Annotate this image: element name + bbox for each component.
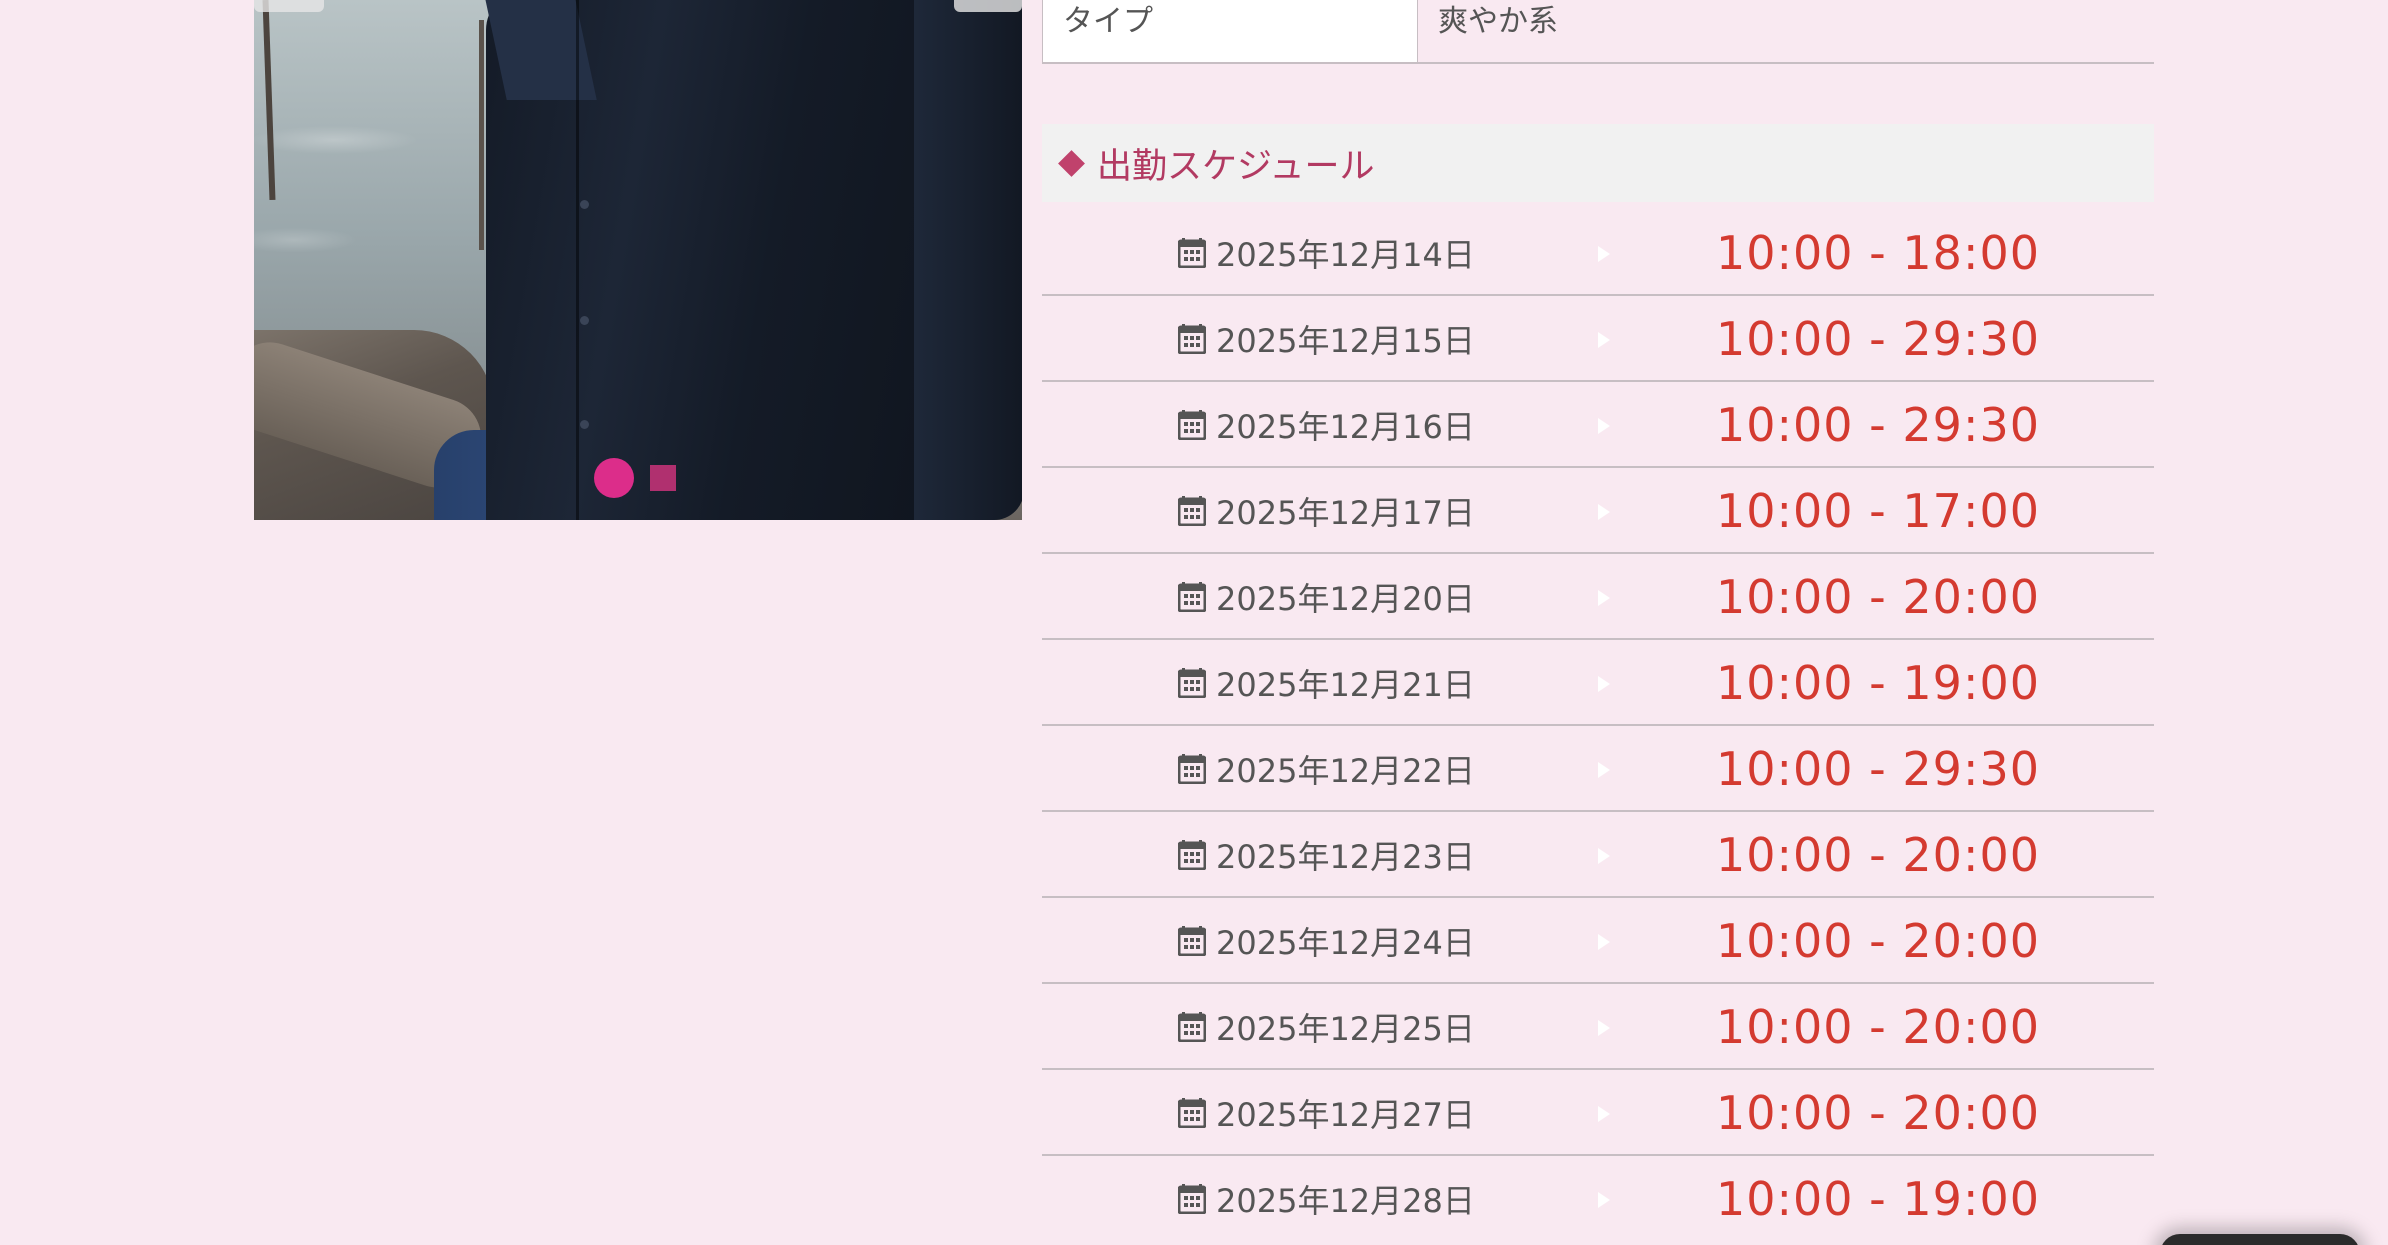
triangle-right-icon [1598, 1020, 1610, 1036]
calendar-icon [1178, 410, 1206, 440]
schedule-time: 10:00 - 29:30 [1716, 398, 2040, 452]
schedule-row: 2025年12月20日 10:00 - 20:00 [1042, 554, 2154, 640]
schedule-row: 2025年12月28日 10:00 - 19:00 [1042, 1156, 2154, 1240]
calendar-icon [1178, 754, 1206, 784]
calendar-icon [1178, 1184, 1206, 1214]
schedule-date: 2025年12月27日 [1216, 1096, 1475, 1134]
schedule-time: 10:00 - 20:00 [1716, 828, 2040, 882]
schedule-row: 2025年12月17日 10:00 - 17:00 [1042, 468, 2154, 554]
schedule-row: 2025年12月14日 10:00 - 18:00 [1042, 210, 2154, 296]
schedule-date-cell: 2025年12月28日 [1178, 1176, 1475, 1222]
schedule-list: 2025年12月14日 10:00 - 18:00 2025年12月15日 10… [1042, 210, 2154, 1240]
schedule-section-header: 出勤スケジュール [1042, 124, 2154, 202]
schedule-time: 10:00 - 20:00 [1716, 570, 2040, 624]
schedule-date-cell: 2025年12月21日 [1178, 660, 1475, 706]
triangle-right-icon [1598, 590, 1610, 606]
schedule-date: 2025年12月23日 [1216, 838, 1475, 876]
calendar-icon [1178, 496, 1206, 526]
calendar-icon [1178, 926, 1206, 956]
schedule-date: 2025年12月25日 [1216, 1010, 1475, 1048]
schedule-time: 10:00 - 20:00 [1716, 914, 2040, 968]
schedule-time: 10:00 - 18:00 [1716, 226, 2040, 280]
schedule-title: 出勤スケジュール [1097, 146, 1375, 187]
schedule-date: 2025年12月14日 [1216, 236, 1475, 274]
schedule-time: 10:00 - 19:00 [1716, 1172, 2040, 1226]
schedule-date-cell: 2025年12月17日 [1178, 488, 1475, 534]
profile-type-label: タイプ [1042, 0, 1418, 62]
triangle-right-icon [1598, 848, 1610, 864]
calendar-icon [1178, 668, 1206, 698]
schedule-row: 2025年12月16日 10:00 - 29:30 [1042, 382, 2154, 468]
schedule-time: 10:00 - 17:00 [1716, 484, 2040, 538]
schedule-date-cell: 2025年12月22日 [1178, 746, 1475, 792]
profile-type-value: 爽やか系 [1438, 4, 1558, 39]
schedule-date: 2025年12月17日 [1216, 494, 1475, 532]
photo-detail [580, 420, 589, 429]
triangle-right-icon [1598, 934, 1610, 950]
schedule-time: 10:00 - 19:00 [1716, 656, 2040, 710]
schedule-date-cell: 2025年12月27日 [1178, 1090, 1475, 1136]
triangle-right-icon [1598, 1192, 1610, 1208]
schedule-row: 2025年12月21日 10:00 - 19:00 [1042, 640, 2154, 726]
schedule-row: 2025年12月23日 10:00 - 20:00 [1042, 812, 2154, 898]
calendar-icon [1178, 1012, 1206, 1042]
schedule-time: 10:00 - 29:30 [1716, 312, 2040, 366]
gallery-indicator-1[interactable] [594, 458, 634, 498]
gallery-indicator-2[interactable] [650, 465, 676, 491]
schedule-date-cell: 2025年12月24日 [1178, 918, 1475, 964]
schedule-row: 2025年12月27日 10:00 - 20:00 [1042, 1070, 2154, 1156]
triangle-right-icon [1598, 1106, 1610, 1122]
schedule-date-cell: 2025年12月20日 [1178, 574, 1475, 620]
gallery-indicators [594, 458, 676, 498]
floating-button-edge[interactable] [2160, 1234, 2360, 1245]
schedule-row: 2025年12月22日 10:00 - 29:30 [1042, 726, 2154, 812]
schedule-date: 2025年12月22日 [1216, 752, 1475, 790]
triangle-right-icon [1598, 676, 1610, 692]
calendar-icon [1178, 840, 1206, 870]
triangle-right-icon [1598, 762, 1610, 778]
profile-details: タイプ 爽やか系 出勤スケジュール 2025年12月14日 10:00 - 18… [1042, 0, 2154, 1240]
triangle-right-icon [1598, 332, 1610, 348]
schedule-date-cell: 2025年12月14日 [1178, 230, 1475, 276]
triangle-right-icon [1598, 418, 1610, 434]
schedule-row: 2025年12月24日 10:00 - 20:00 [1042, 898, 2154, 984]
schedule-time: 10:00 - 29:30 [1716, 742, 2040, 796]
schedule-date: 2025年12月15日 [1216, 322, 1475, 360]
calendar-icon [1178, 582, 1206, 612]
schedule-date: 2025年12月21日 [1216, 666, 1475, 704]
schedule-time: 10:00 - 20:00 [1716, 1000, 2040, 1054]
diamond-icon [1058, 149, 1085, 177]
schedule-date: 2025年12月24日 [1216, 924, 1475, 962]
photo-detail [479, 20, 484, 250]
photo-detail [914, 0, 1022, 520]
schedule-date-cell: 2025年12月15日 [1178, 316, 1475, 362]
photo-detail [576, 0, 579, 520]
photo-detail [580, 316, 589, 325]
gallery-prev-button[interactable] [254, 0, 324, 12]
gallery-next-button[interactable] [954, 0, 1022, 12]
schedule-date: 2025年12月16日 [1216, 408, 1475, 446]
schedule-date: 2025年12月28日 [1216, 1182, 1475, 1220]
profile-type-row: タイプ 爽やか系 [1042, 0, 2154, 64]
schedule-date-cell: 2025年12月16日 [1178, 402, 1475, 448]
calendar-icon [1178, 324, 1206, 354]
schedule-date: 2025年12月20日 [1216, 580, 1475, 618]
page: タイプ 爽やか系 出勤スケジュール 2025年12月14日 10:00 - 18… [0, 0, 2388, 1245]
calendar-icon [1178, 1098, 1206, 1128]
schedule-date-cell: 2025年12月25日 [1178, 1004, 1475, 1050]
schedule-row: 2025年12月25日 10:00 - 20:00 [1042, 984, 2154, 1070]
schedule-row: 2025年12月15日 10:00 - 29:30 [1042, 296, 2154, 382]
photo-detail [580, 200, 589, 209]
schedule-time: 10:00 - 20:00 [1716, 1086, 2040, 1140]
profile-photo[interactable] [254, 0, 1022, 520]
schedule-date-cell: 2025年12月23日 [1178, 832, 1475, 878]
triangle-right-icon [1598, 246, 1610, 262]
triangle-right-icon [1598, 504, 1610, 520]
calendar-icon [1178, 238, 1206, 268]
